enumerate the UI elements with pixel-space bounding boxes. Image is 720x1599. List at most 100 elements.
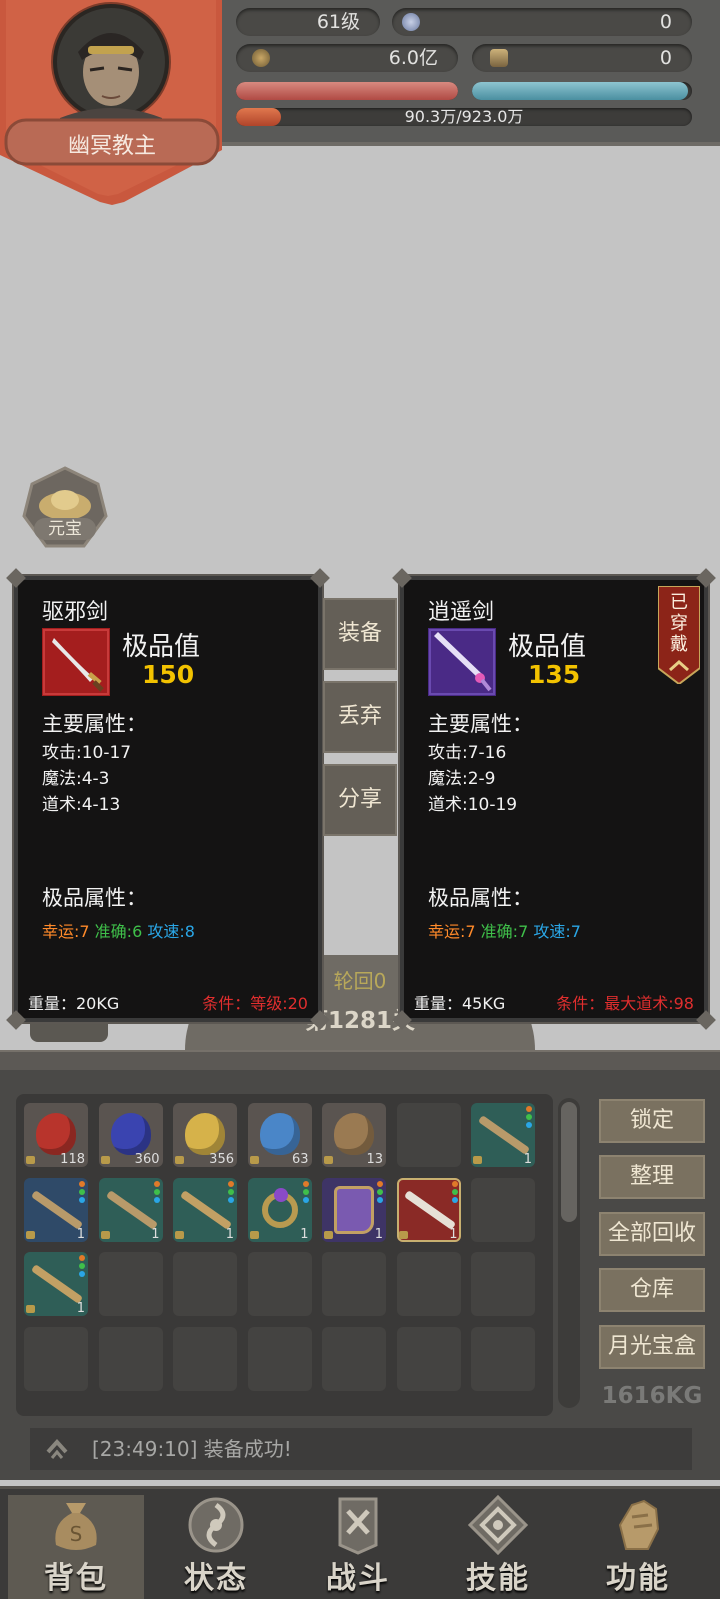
player-portrait-banner[interactable]: 幽冥教主 <box>0 0 226 205</box>
inventory-slot[interactable]: 356 <box>173 1103 237 1167</box>
attribute-dots <box>79 1255 85 1279</box>
inventory-slot[interactable] <box>173 1326 237 1391</box>
attribute-dot <box>153 1180 160 1187</box>
tab-status[interactable]: 状态 <box>148 1495 284 1599</box>
equip-button[interactable]: 装备 <box>323 598 397 670</box>
inventory-slot[interactable]: 1 <box>471 1103 535 1167</box>
item-count: 360 <box>134 1152 160 1167</box>
inventory-slot[interactable] <box>247 1252 312 1316</box>
spear-teal-icon <box>179 1189 233 1230</box>
item-card-right: 逍遥剑 极品值 135 已穿戴 主要属性： 攻击:7-16 魔法:2-9 道术:… <box>392 568 716 1030</box>
bag-icon: S <box>55 1503 97 1550</box>
inventory-slot[interactable]: 1 <box>247 1177 312 1242</box>
stone-icon <box>334 1113 374 1155</box>
recycle-all-button[interactable]: 全部回收 <box>599 1212 705 1256</box>
ingot-icon <box>490 49 508 67</box>
extra-speed: 攻速:8 <box>147 922 195 941</box>
tab-skills[interactable]: 技能 <box>430 1495 566 1599</box>
tab-label: 技能 <box>466 1561 530 1596</box>
gold-value: 6.0亿 <box>388 47 438 69</box>
lock-button[interactable]: 锁定 <box>599 1099 705 1143</box>
share-button[interactable]: 分享 <box>323 764 397 836</box>
sword-teal-icon <box>105 1189 158 1230</box>
lock-icon <box>324 1230 333 1239</box>
lock-icon <box>473 1156 482 1164</box>
inventory-slot[interactable] <box>396 1326 461 1391</box>
yuanbao-button[interactable]: 元宝 <box>20 466 110 551</box>
inventory-scrollbar[interactable] <box>558 1098 580 1408</box>
attribute-dot <box>526 1114 532 1120</box>
inventory-slot[interactable]: 360 <box>98 1103 163 1167</box>
scrollbar-thumb[interactable] <box>561 1102 577 1222</box>
inventory-slot[interactable]: 118 <box>24 1103 88 1167</box>
gold-coin-icon <box>252 49 270 67</box>
attribute-dot <box>377 1188 383 1195</box>
log-message: [23:49:10] 装备成功! <box>92 1437 292 1461</box>
inventory-slot[interactable]: 13 <box>322 1103 386 1167</box>
attribute-dot <box>153 1188 160 1195</box>
stat-taoism: 道术:4-13 <box>42 795 121 815</box>
battle-banner-icon <box>338 1497 378 1555</box>
yuanbao-label: 元宝 <box>48 519 82 539</box>
level-text: 61级 <box>316 11 360 33</box>
inventory-slot[interactable]: 1 <box>173 1177 237 1242</box>
lock-icon <box>175 1230 184 1239</box>
inventory-slot[interactable] <box>471 1177 535 1242</box>
inventory-slot[interactable] <box>471 1252 535 1316</box>
extra-attrs: 幸运:7 准确:6 攻速:8 <box>42 918 195 942</box>
inventory-slot[interactable] <box>322 1326 386 1391</box>
attribute-dot <box>377 1196 383 1203</box>
inventory-slot[interactable] <box>173 1252 237 1316</box>
chevron-up-icon[interactable] <box>44 1436 70 1462</box>
ingot-pill: 0 <box>472 44 692 72</box>
lock-icon <box>249 1156 259 1164</box>
message-log[interactable]: [23:49:10] 装备成功! <box>30 1428 692 1470</box>
stat-magic: 魔法:4-3 <box>42 769 110 789</box>
blue-potion-icon <box>110 1113 151 1155</box>
item-count: 63 <box>291 1152 309 1167</box>
inventory-slot[interactable]: 1 <box>396 1177 461 1242</box>
gem-icon <box>402 13 420 31</box>
tab-battle[interactable]: 战斗 <box>290 1495 426 1599</box>
inventory-slot[interactable]: 63 <box>247 1103 312 1167</box>
game-screen: 61级 0 6.0亿 0 90.3万/923.0万 幽冥教主 元宝 轮回0 第1… <box>0 0 720 1599</box>
extra-attrs: 幸运:7 准确:7 攻速:7 <box>428 918 581 942</box>
extra-accuracy: 准确:7 <box>480 922 529 941</box>
attribute-dots <box>526 1106 532 1130</box>
extra-luck: 幸运:7 <box>428 922 476 941</box>
discard-button[interactable]: 丢弃 <box>323 681 397 753</box>
inventory-slot[interactable] <box>396 1103 461 1167</box>
inventory-slot[interactable] <box>247 1326 312 1391</box>
tab-bag[interactable]: S 背包 <box>8 1495 144 1599</box>
inventory-slot[interactable] <box>24 1326 88 1391</box>
attribute-dot <box>79 1180 85 1187</box>
card-corner <box>310 568 330 588</box>
inventory-slot[interactable] <box>471 1326 535 1391</box>
boots-icon <box>334 1185 374 1234</box>
inventory-slot[interactable] <box>98 1326 163 1391</box>
inventory-slot[interactable] <box>322 1252 386 1316</box>
gauntlet-icon <box>618 1499 660 1550</box>
moonlight-box-button[interactable]: 月光宝盒 <box>599 1325 705 1369</box>
extra-attr-title: 极品属性： <box>42 886 147 910</box>
tab-functions[interactable]: 功能 <box>570 1495 706 1599</box>
spear-teal-icon <box>30 1264 84 1304</box>
sort-button[interactable]: 整理 <box>599 1155 705 1199</box>
bottom-nav: S 背包 状态 战斗 技能 功能 <box>0 1486 720 1599</box>
attribute-dot <box>228 1196 234 1203</box>
inventory-slot[interactable] <box>396 1252 461 1316</box>
gems-pill: 0 <box>392 8 692 36</box>
inventory-slot[interactable]: 1 <box>24 1177 88 1242</box>
inventory-slot[interactable]: 1 <box>322 1177 386 1242</box>
card-corner <box>696 1010 716 1030</box>
stat-attack: 攻击:10-17 <box>42 743 132 763</box>
main-attr-title: 主要属性： <box>42 712 147 736</box>
inventory-slot[interactable]: 1 <box>24 1252 88 1316</box>
attribute-dot <box>79 1263 85 1269</box>
inventory-slot[interactable]: 1 <box>98 1177 163 1242</box>
attribute-dot <box>451 1196 458 1203</box>
item-count: 118 <box>60 1152 85 1167</box>
mp-bar-fill <box>472 82 688 100</box>
inventory-slot[interactable] <box>98 1252 163 1316</box>
warehouse-button[interactable]: 仓库 <box>599 1268 705 1312</box>
